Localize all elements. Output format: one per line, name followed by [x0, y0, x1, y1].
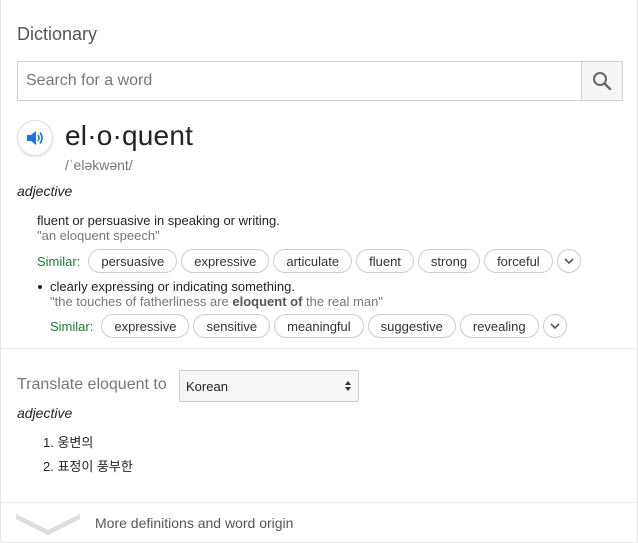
similar-row-1: Similar: persuasive expressive articulat… — [37, 249, 581, 273]
headword: el·o·quent — [65, 120, 194, 151]
similar-chip[interactable]: expressive — [181, 249, 270, 273]
similar-chip[interactable]: suggestive — [367, 314, 456, 338]
example-1: "an eloquent speech" — [37, 228, 160, 243]
search-input[interactable] — [18, 62, 581, 100]
part-of-speech: adjective — [17, 183, 73, 199]
similar-chip[interactable]: fluent — [356, 249, 414, 273]
similar-chip[interactable]: meaningful — [274, 314, 364, 338]
similar-label: Similar: — [37, 253, 81, 269]
translation-item: 1. 웅변의 — [43, 435, 94, 450]
example-2-text-end: the real man" — [302, 294, 383, 309]
language-select[interactable]: Korean — [179, 370, 359, 402]
phonetic: /ˈeləkwənt/ — [65, 157, 133, 173]
pronounce-button[interactable] — [17, 120, 53, 156]
example-2: "the touches of fatherliness are eloquen… — [50, 294, 383, 309]
translate-label: Translate eloquent to — [17, 376, 167, 393]
similar-label: Similar: — [50, 318, 94, 334]
similar-row-2: Similar: expressive sensitive meaningful… — [50, 314, 567, 338]
card-title: Dictionary — [17, 24, 98, 44]
similar-chip[interactable]: revealing — [459, 314, 539, 338]
speaker-icon — [27, 131, 43, 145]
similar-chip[interactable]: sensitive — [193, 314, 271, 338]
similar-chip[interactable]: forceful — [484, 249, 553, 273]
more-definitions-toggle[interactable] — [15, 510, 81, 541]
definition-1: fluent or persuasive in speaking or writ… — [37, 213, 280, 228]
expand-similar-button[interactable] — [542, 314, 567, 338]
similar-chip[interactable]: articulate — [273, 249, 353, 273]
translation-part-of-speech: adjective — [17, 405, 73, 421]
language-select-value: Korean — [186, 378, 228, 394]
similar-chip[interactable]: expressive — [101, 314, 190, 338]
bullet — [38, 285, 42, 289]
similar-chip[interactable]: persuasive — [88, 249, 178, 273]
updown-arrow-icon — [345, 381, 351, 391]
divider — [1, 348, 638, 349]
search-bar — [17, 61, 623, 101]
similar-chip[interactable]: strong — [417, 249, 481, 273]
definition-2: clearly expressing or indicating somethi… — [50, 279, 295, 294]
chevron-down-icon — [550, 323, 560, 330]
example-2-text: "the touches of fatherliness are — [50, 294, 233, 309]
example-2-highlight: eloquent of — [232, 294, 303, 309]
chevron-down-icon — [564, 258, 574, 265]
translation-item: 2. 표정이 풍부한 — [43, 459, 133, 474]
search-icon — [593, 72, 612, 91]
more-definitions-link[interactable]: More definitions and word origin — [95, 515, 293, 531]
chevron-down-icon — [16, 514, 80, 535]
divider — [1, 502, 638, 503]
dictionary-card: Dictionary el·o·quent /ˈeləkwənt/ adject… — [0, 0, 638, 543]
search-button[interactable] — [581, 62, 622, 100]
expand-similar-button[interactable] — [556, 249, 581, 273]
